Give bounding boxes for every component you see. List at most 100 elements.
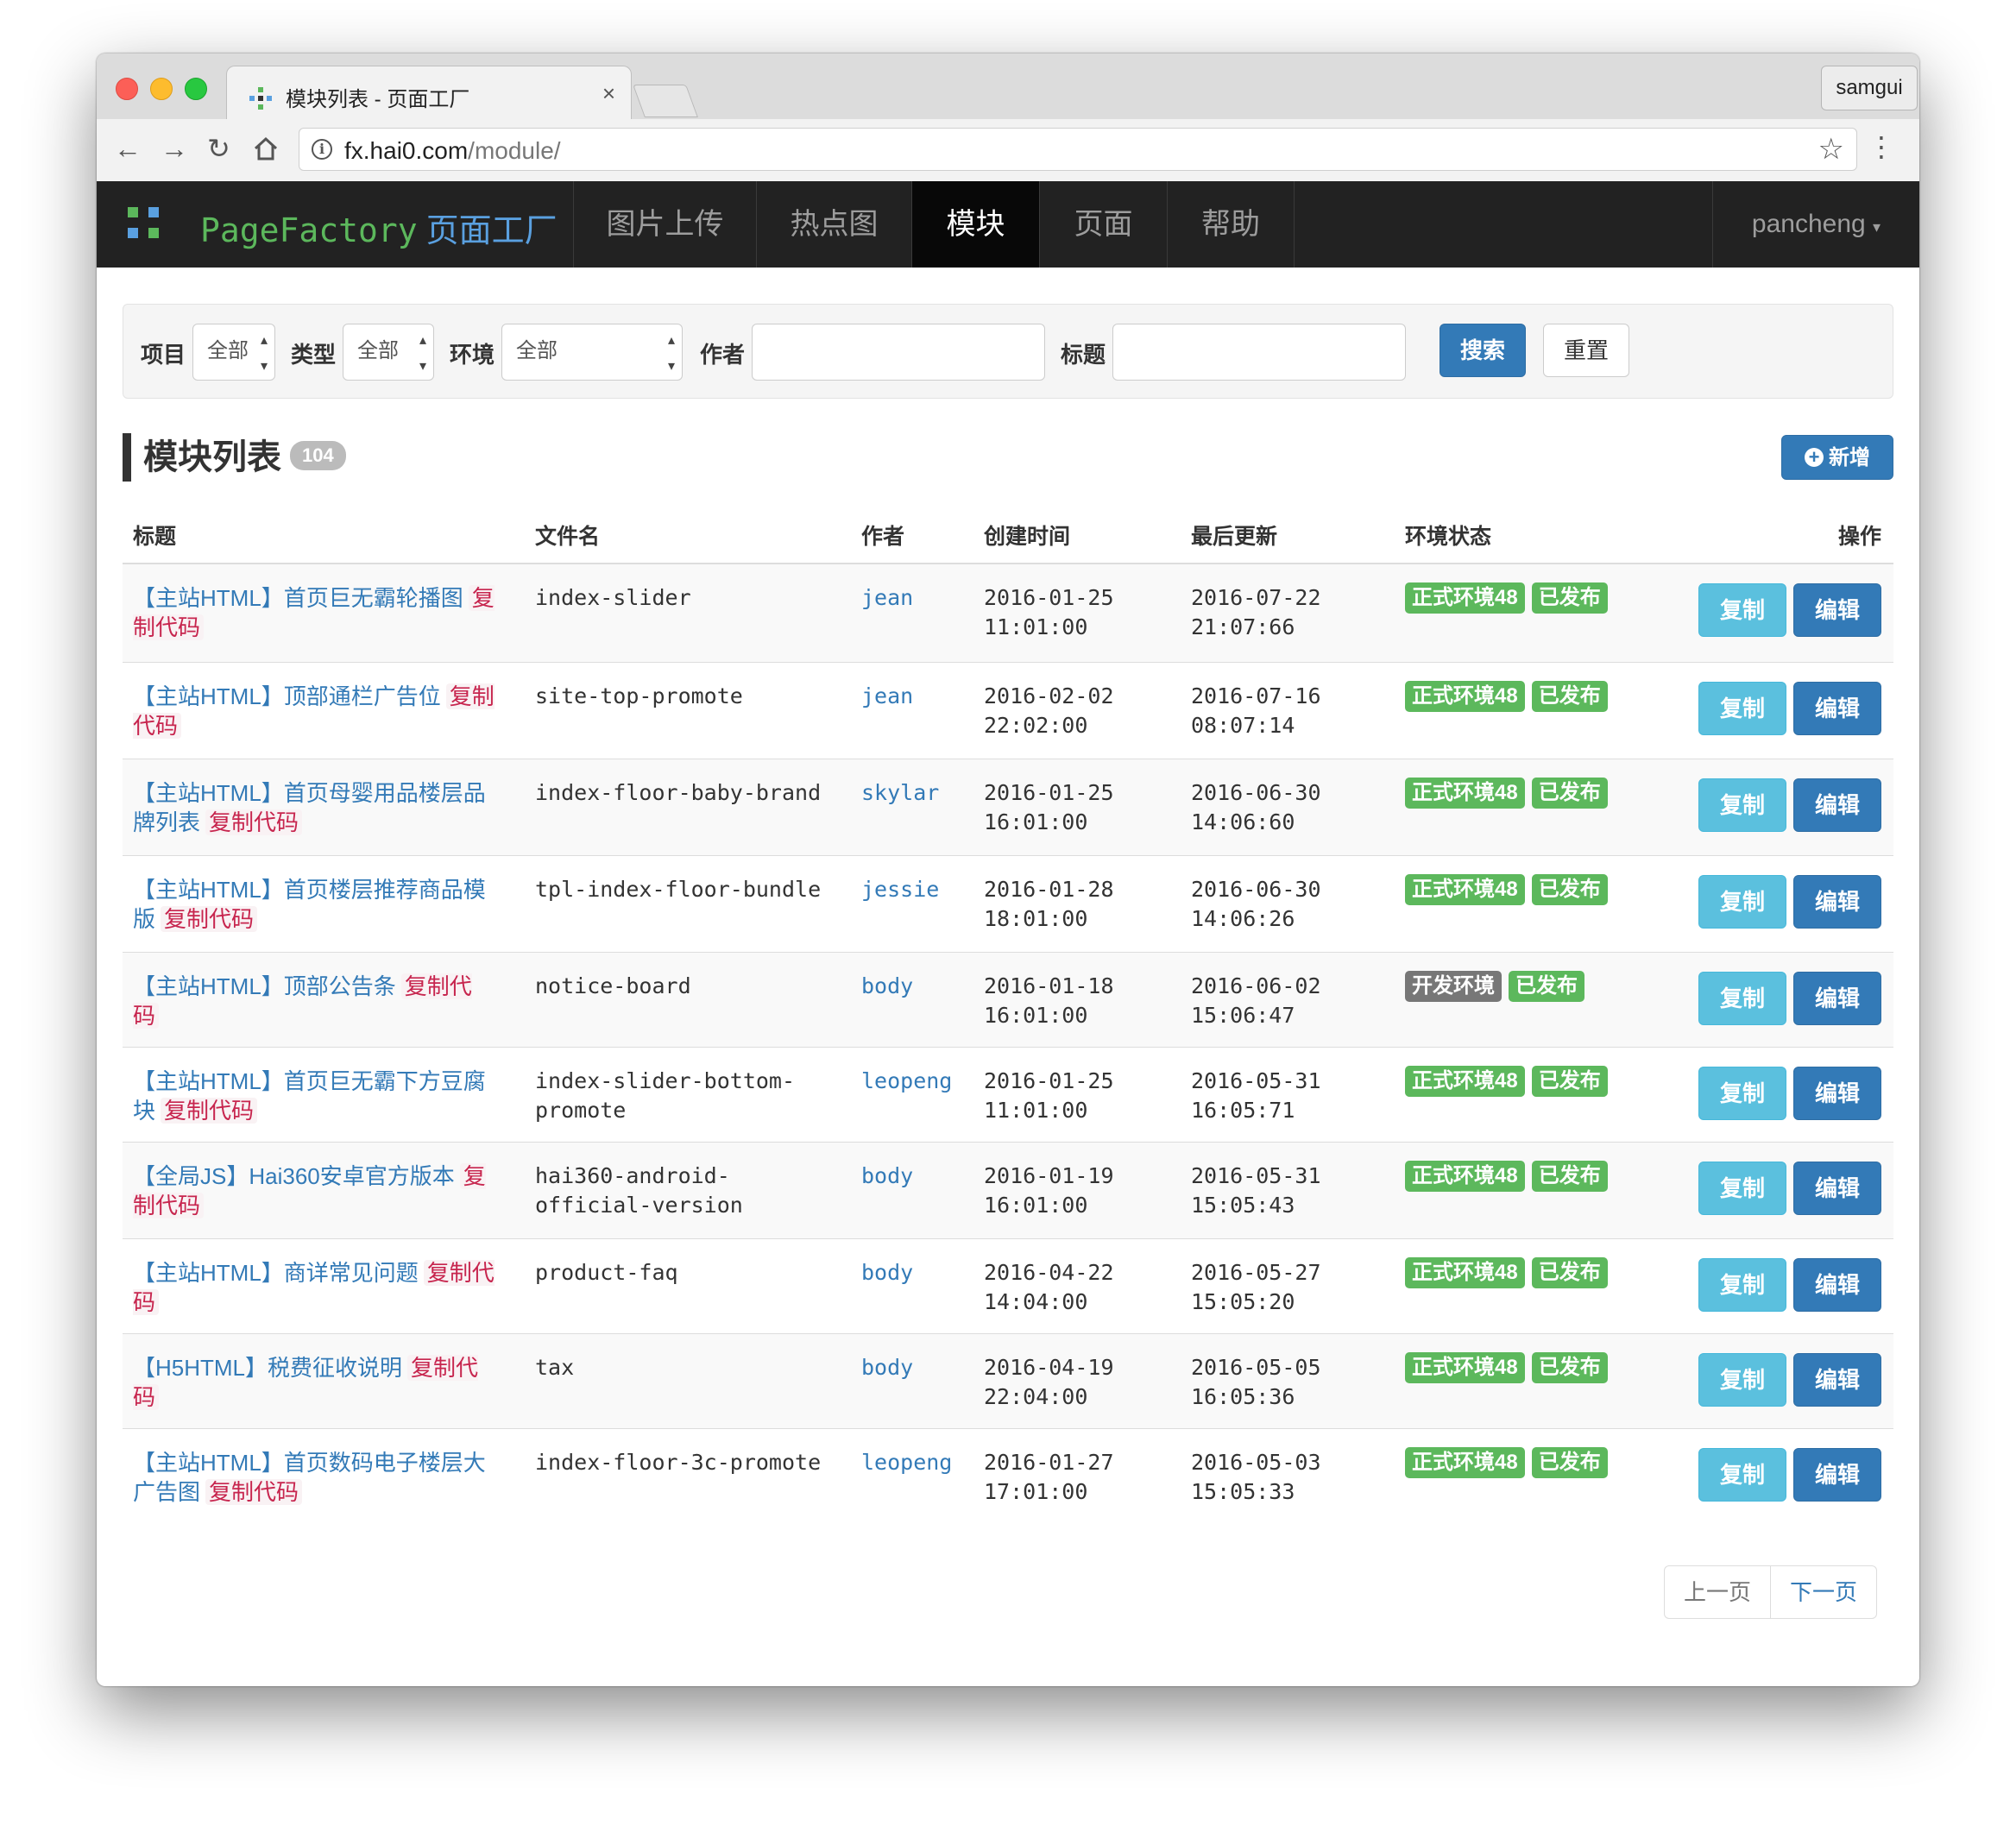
module-title-link[interactable]: 【主站HTML】顶部公告条 复制代码 xyxy=(133,972,495,1030)
nav-item-help[interactable]: 帮助 xyxy=(1167,181,1295,268)
env-status: 开发环境 已发布 xyxy=(1405,970,1591,1002)
back-arrow-icon[interactable]: ← xyxy=(114,133,142,164)
env-label-badge: 正式环境48 xyxy=(1405,681,1525,712)
author-link[interactable]: jean xyxy=(861,583,913,613)
info-icon[interactable]: i xyxy=(312,139,332,160)
browser-tab[interactable]: 模块列表 - 页面工厂 × xyxy=(226,66,632,120)
title-text-cont: 表 xyxy=(178,809,201,835)
edit-button[interactable]: 编辑 xyxy=(1793,1067,1881,1120)
copy-button[interactable]: 复制 xyxy=(1698,1162,1786,1215)
user-dropdown[interactable]: pancheng ▾ xyxy=(1712,181,1919,268)
edit-button[interactable]: 编辑 xyxy=(1793,778,1881,832)
close-window-button[interactable] xyxy=(116,78,138,100)
browser-menu-icon[interactable]: ⋮ xyxy=(1868,131,1895,162)
edit-button[interactable]: 编辑 xyxy=(1793,1353,1881,1407)
nav-item-hotspot[interactable]: 热点图 xyxy=(756,181,911,268)
date: 2016-05-31 xyxy=(1191,1163,1321,1188)
new-tab-button[interactable] xyxy=(633,85,698,117)
env-label-badge: 正式环境48 xyxy=(1405,1352,1525,1383)
nav-item-module[interactable]: 模块 xyxy=(911,181,1039,268)
copy-code-link[interactable]: 复制代码 xyxy=(205,809,303,835)
nav-item-page[interactable]: 页面 xyxy=(1039,181,1167,268)
maximize-window-button[interactable] xyxy=(185,78,207,100)
reload-icon[interactable]: ↻ xyxy=(207,133,230,164)
brand-logo-icon[interactable] xyxy=(128,207,169,245)
project-select[interactable]: 全部 ▴ ▾ xyxy=(192,324,275,381)
type-select[interactable]: 全部 ▴ ▾ xyxy=(343,324,434,381)
copy-button[interactable]: 复制 xyxy=(1698,778,1786,832)
module-title-link[interactable]: 【主站HTML】商详常见问题 复制代码 xyxy=(133,1258,495,1317)
env-select[interactable]: 全部 ▴ ▾ xyxy=(501,324,683,381)
module-title-link[interactable]: 【H5HTML】税费征收说明 复制代码 xyxy=(133,1353,495,1412)
filename: site-top-promote xyxy=(535,682,846,711)
search-button[interactable]: 搜索 xyxy=(1440,324,1526,377)
copy-button[interactable]: 复制 xyxy=(1698,972,1786,1025)
edit-button[interactable]: 编辑 xyxy=(1793,972,1881,1025)
row-actions: 复制 编辑 xyxy=(1692,682,1881,735)
title-input[interactable] xyxy=(1112,324,1406,381)
column-header-author[interactable]: 作者 xyxy=(861,519,904,551)
tab-close-icon[interactable]: × xyxy=(602,80,615,107)
edit-button[interactable]: 编辑 xyxy=(1793,875,1881,929)
reset-button[interactable]: 重置 xyxy=(1543,324,1629,377)
module-title-link[interactable]: 【主站HTML】首页楼层推荐商品模版 复制代码 xyxy=(133,875,495,934)
module-title-link[interactable]: 【主站HTML】首页母婴用品楼层品牌列表 复制代码 xyxy=(133,778,495,837)
row-actions: 复制 编辑 xyxy=(1692,778,1881,832)
author-link[interactable]: body xyxy=(861,972,913,1001)
author-link[interactable]: body xyxy=(861,1258,913,1288)
author-input[interactable] xyxy=(752,324,1045,381)
forward-arrow-icon[interactable]: → xyxy=(161,133,188,164)
profile-button[interactable]: samgui xyxy=(1821,66,1918,110)
author-link[interactable]: body xyxy=(861,1353,913,1382)
copy-button[interactable]: 复制 xyxy=(1698,1067,1786,1120)
edit-button[interactable]: 编辑 xyxy=(1793,682,1881,735)
author-link[interactable]: skylar xyxy=(861,778,939,808)
author-link[interactable]: jessie xyxy=(861,875,939,904)
module-title-link[interactable]: 【主站HTML】首页巨无霸下方豆腐块 复制代码 xyxy=(133,1067,495,1125)
edit-button[interactable]: 编辑 xyxy=(1793,1258,1881,1312)
row-actions: 复制 编辑 xyxy=(1692,1162,1881,1215)
module-title-link[interactable]: 【主站HTML】首页巨无霸轮播图 复制代码 xyxy=(133,583,495,642)
copy-code-link[interactable]: 复制代码 xyxy=(161,1098,258,1124)
add-module-button[interactable]: + 新增 xyxy=(1781,435,1893,480)
home-icon[interactable] xyxy=(252,135,280,162)
author-link[interactable]: body xyxy=(861,1162,913,1191)
bookmark-star-icon[interactable]: ☆ xyxy=(1818,132,1844,167)
copy-button[interactable]: 复制 xyxy=(1698,875,1786,929)
address-bar[interactable]: i fx.hai0.com/module/ ☆ xyxy=(299,128,1857,171)
brand-name[interactable]: PageFactory 页面工厂 xyxy=(200,204,558,251)
column-header-created[interactable]: 创建时间 xyxy=(984,519,1070,551)
edit-button[interactable]: 编辑 xyxy=(1793,1448,1881,1502)
copy-button[interactable]: 复制 xyxy=(1698,1353,1786,1407)
url-text: fx.hai0.com/module/ xyxy=(344,137,561,165)
date: 2016-01-18 xyxy=(984,973,1114,998)
nav-item-image-upload[interactable]: 图片上传 xyxy=(573,181,756,268)
module-title-link[interactable]: 【主站HTML】顶部通栏广告位 复制代码 xyxy=(133,682,495,740)
author-link[interactable]: leopeng xyxy=(861,1067,952,1096)
next-page-button[interactable]: 下一页 xyxy=(1771,1566,1876,1618)
env-label-badge: 正式环境48 xyxy=(1405,1257,1525,1288)
column-header-title[interactable]: 标题 xyxy=(133,519,176,551)
column-header-filename[interactable]: 文件名 xyxy=(535,519,600,551)
minimize-window-button[interactable] xyxy=(150,78,173,100)
column-header-updated[interactable]: 最后更新 xyxy=(1191,519,1277,551)
prev-page-button[interactable]: 上一页 xyxy=(1665,1566,1771,1618)
copy-code-link[interactable]: 复制代码 xyxy=(205,1479,303,1505)
copy-button[interactable]: 复制 xyxy=(1698,1448,1786,1502)
module-title-link[interactable]: 【全局JS】Hai360安卓官方版本 复制代码 xyxy=(133,1162,495,1220)
copy-button[interactable]: 复制 xyxy=(1698,583,1786,637)
filename-part: hai360-android- xyxy=(535,1163,730,1188)
time: 16:01:00 xyxy=(984,809,1088,834)
filter-form: 项目 全部 ▴ ▾ 类型 全部 ▴ ▾ 环境 全部 ▴ ▾ 作者 标题 搜索 重置 xyxy=(123,304,1893,399)
edit-button[interactable]: 编辑 xyxy=(1793,583,1881,637)
edit-button[interactable]: 编辑 xyxy=(1793,1162,1881,1215)
project-select-value: 全部 xyxy=(207,339,249,362)
column-header-env-status[interactable]: 环境状态 xyxy=(1405,519,1491,551)
title-text: 【全局JS】Hai360安卓官方版本 xyxy=(133,1163,455,1189)
copy-button[interactable]: 复制 xyxy=(1698,682,1786,735)
author-link[interactable]: leopeng xyxy=(861,1448,952,1477)
copy-code-link[interactable]: 复制代码 xyxy=(161,906,258,932)
module-title-link[interactable]: 【主站HTML】首页数码电子楼层大广告图 复制代码 xyxy=(133,1448,495,1507)
copy-button[interactable]: 复制 xyxy=(1698,1258,1786,1312)
author-link[interactable]: jean xyxy=(861,682,913,711)
